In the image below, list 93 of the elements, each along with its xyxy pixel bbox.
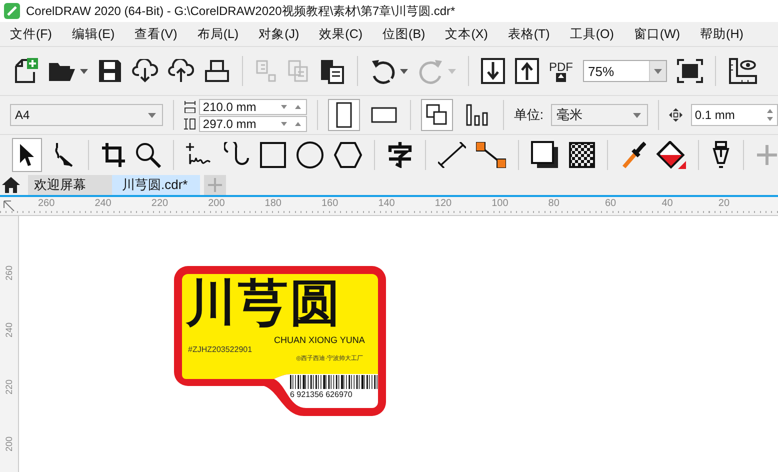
- document-tab[interactable]: 川芎圆.cdr*: [112, 175, 200, 195]
- ruler-origin-icon[interactable]: [3, 200, 15, 212]
- arrow-up-icon: [556, 72, 566, 82]
- dimension-tool-icon[interactable]: [438, 142, 466, 168]
- pick-tool-button[interactable]: [12, 138, 42, 172]
- menu-item[interactable]: 对象(J): [252, 26, 306, 42]
- product-code: #ZJHZ203522901: [188, 345, 252, 354]
- ruler-eye-icon[interactable]: [728, 57, 758, 85]
- window-title: CorelDRAW 2020 (64-Bit) - G:\CorelDRAW2020视频教程\素材\第7章\川芎圆.cdr*: [26, 2, 456, 20]
- ellipse-tool-icon[interactable]: [296, 141, 324, 169]
- spinner-arrows-icon[interactable]: [278, 104, 303, 110]
- spinner-arrows-icon[interactable]: [766, 107, 774, 123]
- undo-icon[interactable]: [370, 58, 396, 84]
- ruler-label: 240: [4, 321, 14, 339]
- portrait-button[interactable]: [328, 99, 360, 131]
- ruler-label: 240: [94, 198, 112, 209]
- ruler-label: 200: [4, 435, 14, 453]
- cloud-upload-icon[interactable]: [168, 59, 194, 83]
- caret-icon[interactable]: [400, 68, 408, 74]
- menu-item[interactable]: 工具(O): [564, 26, 620, 42]
- menu-item[interactable]: 帮助(H): [694, 26, 750, 42]
- spinner-arrows-icon[interactable]: [278, 120, 303, 126]
- cloud-download-icon[interactable]: [132, 59, 158, 83]
- ruler-label: 160: [322, 198, 338, 209]
- export-icon[interactable]: [515, 58, 539, 84]
- page-width-field[interactable]: 210.0 mm: [198, 98, 307, 114]
- menu-item[interactable]: 表格(T): [502, 26, 556, 42]
- pen-nib-icon[interactable]: [711, 141, 731, 169]
- plus-icon: [208, 178, 222, 192]
- landscape-page-icon: [370, 107, 397, 123]
- menu-item[interactable]: 布局(L): [191, 26, 245, 42]
- zoom-tool-icon[interactable]: [135, 142, 161, 168]
- ruler-label: 120: [434, 198, 452, 209]
- barcode-number: 6 921356 626970: [290, 390, 352, 399]
- menu-item[interactable]: 编辑(E): [66, 26, 121, 42]
- ruler-label: 80: [548, 198, 560, 209]
- fill-tool-icon[interactable]: [656, 141, 686, 169]
- menu-item[interactable]: 效果(C): [313, 26, 369, 42]
- curve-tool-icon[interactable]: [224, 142, 250, 168]
- text-tool-icon[interactable]: [387, 142, 413, 168]
- portrait-page-icon: [336, 102, 352, 128]
- units-label: 单位:: [514, 106, 544, 124]
- new-document-icon[interactable]: [14, 58, 38, 84]
- ruler-label: 60: [605, 198, 616, 209]
- all-pages-button[interactable]: [420, 99, 453, 131]
- nudge-icon: [669, 108, 683, 122]
- page-size-dropdown[interactable]: A4: [10, 104, 163, 126]
- ruler-label: 220: [151, 198, 168, 209]
- ruler-label: 200: [208, 198, 225, 209]
- document-tab[interactable]: 欢迎屏幕: [28, 175, 112, 195]
- brand-subtitle: CHUAN XIONG YUNA: [274, 335, 365, 345]
- paste-icon[interactable]: [319, 58, 345, 84]
- zoom-level-dropdown[interactable]: 75%: [583, 60, 667, 82]
- rectangle-tool-icon[interactable]: [260, 142, 286, 168]
- menu-item[interactable]: 位图(B): [376, 26, 432, 42]
- crop-tool-icon[interactable]: [101, 142, 125, 168]
- ruler-label: 220: [4, 378, 14, 396]
- menu-item[interactable]: 文本(X): [439, 26, 494, 42]
- import-icon[interactable]: [481, 58, 505, 84]
- ruler-label: 260: [4, 264, 14, 282]
- drop-shadow-tool-icon[interactable]: [531, 141, 559, 169]
- polygon-tool-icon[interactable]: [334, 142, 362, 168]
- app-logo-icon: [4, 3, 20, 19]
- bars-icon: [466, 104, 488, 126]
- ruler-label: 40: [662, 198, 673, 209]
- pointer-icon: [18, 143, 36, 167]
- home-icon[interactable]: [2, 177, 20, 193]
- menu-item[interactable]: 查看(V): [128, 26, 184, 42]
- ruler-label: 20: [718, 198, 730, 209]
- ruler-label: 180: [264, 198, 282, 209]
- connector-tool-icon[interactable]: [476, 142, 506, 168]
- publish-pdf-button[interactable]: PDF: [549, 60, 573, 82]
- ruler-label: 100: [492, 198, 508, 209]
- save-icon[interactable]: [98, 59, 122, 83]
- nudge-distance-field[interactable]: 0.1 mm: [690, 104, 778, 126]
- full-screen-icon[interactable]: [677, 59, 703, 83]
- ruler-label: 140: [378, 198, 395, 209]
- caret-icon: [654, 68, 662, 74]
- ruler-label: 260: [38, 198, 55, 209]
- menu-item[interactable]: 窗口(W): [628, 26, 686, 42]
- eyedropper-tool-icon[interactable]: [620, 141, 646, 169]
- caret-icon: [633, 112, 642, 118]
- caret-icon[interactable]: [80, 68, 88, 74]
- print-icon[interactable]: [204, 59, 230, 83]
- brand-title: 川芎圆: [186, 274, 342, 332]
- caret-icon: [148, 112, 156, 118]
- transparency-tool-icon[interactable]: [569, 142, 595, 168]
- width-icon: [184, 100, 196, 112]
- overlapping-pages-icon: [426, 104, 448, 126]
- menu-item[interactable]: 文件(F): [4, 26, 58, 42]
- page-height-field[interactable]: 297.0 mm: [198, 116, 307, 132]
- units-dropdown[interactable]: 毫米: [551, 104, 648, 126]
- height-icon: [184, 118, 196, 130]
